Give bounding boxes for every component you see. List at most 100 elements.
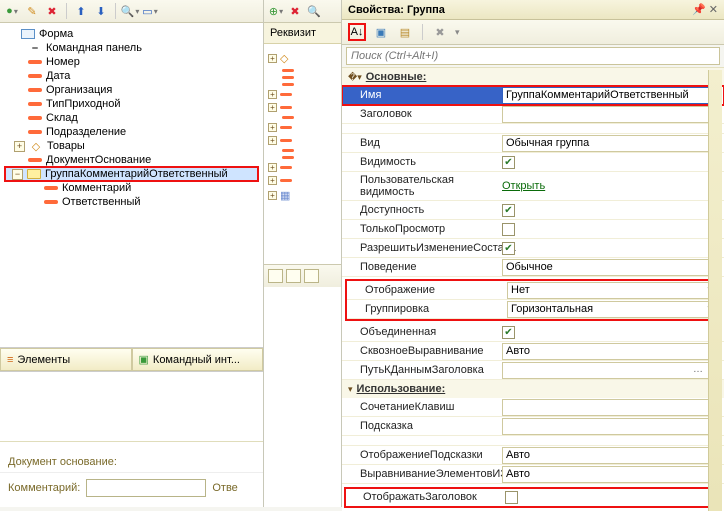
prop-through-align[interactable]: СквозноеВыравнивание Авто: [342, 342, 724, 361]
elements-icon: ≡: [7, 354, 13, 366]
prop-title[interactable]: Заголовок: [342, 105, 724, 124]
expand-toggle[interactable]: +: [14, 141, 25, 152]
properties-title-bar: Свойства: Группа 📌 ✕: [342, 0, 724, 20]
prop-kind[interactable]: Вид Обычная группа: [342, 134, 724, 153]
find-icon[interactable]: 🔍: [122, 3, 138, 19]
through-select[interactable]: Авто: [502, 343, 720, 360]
prop-title-path[interactable]: ПутьКДаннымЗаголовка: [342, 361, 724, 380]
attributes-list: +◇ + + + + + + +▦: [264, 44, 341, 264]
align-elements-select[interactable]: Авто: [502, 466, 720, 483]
list-item[interactable]: +: [264, 121, 341, 134]
list-item[interactable]: +: [264, 161, 341, 174]
prop-user-visibility[interactable]: Пользовательская видимость Открыть: [342, 172, 724, 201]
tree-item[interactable]: Подразделение: [4, 125, 259, 139]
delete-icon[interactable]: ✖: [44, 3, 60, 19]
tree-root[interactable]: Форма: [4, 27, 259, 41]
section-main[interactable]: �▾Основные:: [342, 68, 724, 86]
tree-item[interactable]: Склад: [4, 111, 259, 125]
behavior-select[interactable]: Обычное: [502, 259, 720, 276]
sort-az-button[interactable]: A↓: [348, 23, 366, 41]
prop-behavior[interactable]: Поведение Обычное: [342, 258, 724, 277]
up-icon[interactable]: ⬆: [73, 3, 89, 19]
events-button[interactable]: ▤: [396, 23, 414, 41]
kind-select[interactable]: Обычная группа: [502, 135, 720, 152]
search-input[interactable]: [346, 47, 720, 65]
thumb-icon[interactable]: [268, 269, 283, 283]
title-input[interactable]: [502, 106, 720, 123]
tree-item[interactable]: Номер: [4, 55, 259, 69]
list-item[interactable]: [264, 154, 341, 161]
prop-hint[interactable]: Подсказка: [342, 417, 724, 436]
prop-grouping[interactable]: Группировка Горизонтальная: [347, 300, 719, 319]
clear-button[interactable]: ✖: [431, 23, 449, 41]
readonly-checkbox[interactable]: [502, 223, 515, 236]
list-item[interactable]: [264, 81, 341, 88]
tree-item[interactable]: Дата: [4, 69, 259, 83]
list-item[interactable]: +: [264, 134, 341, 147]
allowchange-checkbox[interactable]: ✔: [502, 242, 515, 255]
prop-readonly[interactable]: ТолькоПросмотр: [342, 220, 724, 239]
collapse-toggle[interactable]: −: [12, 169, 23, 180]
pin-icon[interactable]: 📌 ✕: [692, 3, 718, 16]
prop-show-title[interactable]: ОтображатьЗаголовок: [345, 488, 721, 507]
tree-item-group[interactable]: − ГруппаКомментарийОтветственный: [4, 166, 259, 182]
tree-item[interactable]: ⎯Командная панель: [4, 41, 259, 55]
preview-area: Документ основание: Комментарий: Отве: [0, 371, 263, 507]
name-input[interactable]: [502, 87, 720, 104]
comment-input[interactable]: [86, 479, 206, 497]
list-item[interactable]: +: [264, 88, 341, 101]
tab-elements[interactable]: ≡Элементы: [0, 348, 132, 371]
prop-hint-display[interactable]: ОтображениеПодсказки Авто: [342, 446, 724, 465]
tree-item[interactable]: Организация: [4, 83, 259, 97]
list-item[interactable]: [264, 74, 341, 81]
find-icon[interactable]: 🔍: [306, 3, 322, 19]
show-title-checkbox[interactable]: [505, 491, 518, 504]
scrollbar[interactable]: [708, 70, 722, 511]
visibility-checkbox[interactable]: ✔: [502, 156, 515, 169]
delete-icon[interactable]: ✖: [287, 3, 303, 19]
availability-checkbox[interactable]: ✔: [502, 204, 515, 217]
prop-allow-change[interactable]: РазрешитьИзменениеСостава ✔: [342, 239, 724, 258]
list-item[interactable]: +: [264, 101, 341, 114]
tree-item[interactable]: ДокументОснование: [4, 153, 259, 167]
tree-item[interactable]: +◇Товары: [4, 139, 259, 153]
prop-visibility[interactable]: Видимость ✔: [342, 153, 724, 172]
tab-command-interface[interactable]: ▣Командный инт...: [132, 348, 264, 371]
prop-display[interactable]: Отображение Нет: [347, 281, 719, 300]
hint-display-select[interactable]: Авто: [502, 447, 720, 464]
thumb-icon[interactable]: [304, 269, 319, 283]
list-item[interactable]: [264, 147, 341, 154]
comment-label: Комментарий:: [8, 482, 80, 494]
user-visibility-link[interactable]: Открыть: [502, 180, 545, 192]
display-select[interactable]: Нет: [507, 282, 715, 299]
titlepath-input[interactable]: [502, 362, 720, 379]
left-toolbar: ● ✎ ✖ ⬆ ⬇ 🔍 ▭: [0, 0, 263, 23]
category-button[interactable]: ▣: [372, 23, 390, 41]
tree-item[interactable]: ТипПриходной: [4, 97, 259, 111]
tree-item[interactable]: Комментарий: [4, 181, 259, 195]
list-item[interactable]: [264, 67, 341, 74]
prop-hotkey[interactable]: СочетаниеКлавиш: [342, 398, 724, 417]
prop-name[interactable]: Имя: [342, 86, 724, 105]
list-item[interactable]: +◇: [264, 50, 341, 67]
tree-item[interactable]: Ответственный: [4, 195, 259, 209]
prop-availability[interactable]: Доступность ✔: [342, 201, 724, 220]
thumb-icon[interactable]: [286, 269, 301, 283]
responsible-label: Отве: [212, 482, 237, 494]
list-item[interactable]: [264, 114, 341, 121]
add-icon[interactable]: ●: [4, 3, 20, 19]
section-usage[interactable]: ▾Использование:: [342, 380, 724, 398]
hint-input[interactable]: [502, 418, 720, 435]
doc-basis-label: Документ основание:: [0, 442, 263, 472]
edit-icon[interactable]: ✎: [24, 3, 40, 19]
list-item[interactable]: +▦: [264, 187, 341, 204]
list-item[interactable]: +: [264, 174, 341, 187]
prop-align-elements[interactable]: ВыравниваниеЭлементовИЗаголовка Авто: [342, 465, 724, 484]
prop-united[interactable]: Объединенная ✔: [342, 323, 724, 342]
add-icon[interactable]: ⊕: [268, 3, 284, 19]
down-icon[interactable]: ⬇: [93, 3, 109, 19]
grouping-select[interactable]: Горизонтальная: [507, 301, 715, 318]
united-checkbox[interactable]: ✔: [502, 326, 515, 339]
hotkey-input[interactable]: [502, 399, 720, 416]
list-icon[interactable]: ▭: [142, 3, 158, 19]
